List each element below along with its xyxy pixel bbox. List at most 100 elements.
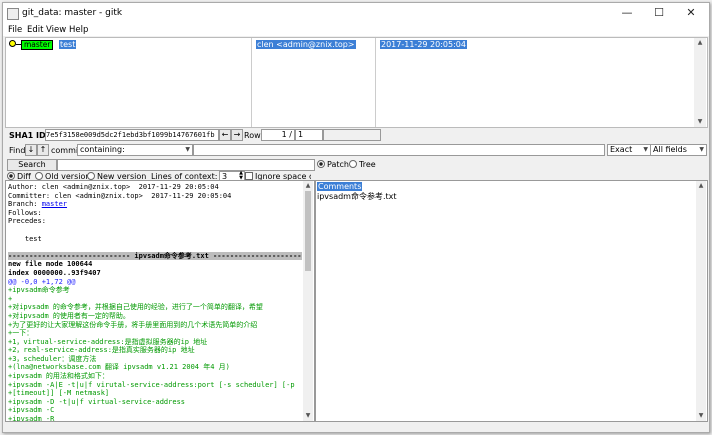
diff-line: index 0000000..93f9407: [8, 268, 101, 277]
scroll-up-icon[interactable]: ▲: [697, 182, 705, 189]
diff-line: +: [8, 294, 13, 303]
arrow-right-icon: →: [233, 130, 241, 139]
diff-line: Branch: master: [8, 200, 302, 209]
scroll-down-icon[interactable]: ▼: [696, 118, 704, 125]
menu-file[interactable]: File: [8, 25, 22, 35]
scroll-up-icon[interactable]: ▲: [304, 182, 312, 189]
find-row: Find ↓ ↑ commit containing: ▼ Exact ▼ All …: [5, 144, 707, 156]
arrow-down-icon: ↓: [27, 145, 35, 154]
window-title: git_data: master - gitk: [22, 8, 123, 18]
minimize-button[interactable]: —: [611, 3, 643, 23]
diff-text: Author: clen <admin@znix.top> 2017-11-29…: [8, 183, 302, 421]
diff-line: +ipvsadm -C: [8, 406, 55, 415]
search-row: Search Patch Tree: [5, 159, 707, 171]
file-item[interactable]: ipvsadm命令参考.txt: [317, 191, 397, 202]
diff-line: +对ipvsadm 的使用者有一定的帮助。: [8, 311, 130, 320]
progress-box: [323, 129, 381, 141]
history-author-column: clen <admin@znix.top>: [252, 38, 376, 127]
sha-label: SHA1 ID:: [9, 131, 49, 140]
sha-input[interactable]: 7e5f3158e009d5dc2f1ebd3bf1099b14767601fb: [45, 129, 219, 141]
radio-checked-icon: [317, 160, 325, 168]
close-button[interactable]: ✕: [675, 3, 707, 23]
menu-bar: File Edit View Help: [3, 23, 709, 36]
commit-subject[interactable]: test: [59, 40, 77, 49]
diff-line: [8, 226, 302, 235]
row-label: Row: [244, 131, 261, 140]
maximize-icon: ☐: [654, 6, 664, 19]
diff-line: @@ -0,0 +1,72 @@: [8, 277, 76, 286]
diff-line: Committer: clen <admin@znix.top> 2017-11…: [8, 191, 232, 200]
menu-edit[interactable]: Edit: [27, 25, 43, 35]
find-input[interactable]: [193, 144, 605, 156]
branch-tag-master[interactable]: master: [21, 40, 54, 50]
find-mode-select[interactable]: containing: ▼: [77, 144, 193, 156]
checkbox-icon: [245, 172, 253, 180]
diff-line: [8, 243, 302, 252]
diff-line: +ipvsadm -A|E -t|u|f virutal-service-add…: [8, 380, 295, 389]
forward-button[interactable]: →: [231, 129, 243, 141]
diff-line: ----------------------------- ipvsadm命令参…: [8, 251, 302, 261]
radio-checked-icon: [7, 172, 15, 180]
commit-history: master test clen <admin@znix.top> 2017-1…: [5, 37, 708, 128]
find-label: Find: [9, 146, 26, 155]
diff-line: +3，scheduler：调度方法: [8, 354, 97, 363]
tree-radio[interactable]: Tree: [349, 160, 376, 169]
branch-label: Branch:: [8, 200, 42, 209]
scroll-up-icon[interactable]: ▲: [696, 39, 704, 46]
diff-line: +2，real-service-address:是指真实服务器的ip 地址: [8, 346, 195, 355]
commit-date[interactable]: 2017-11-29 20:05:04: [380, 40, 467, 49]
find-mode-value: containing:: [80, 145, 125, 154]
history-date-column: 2017-11-29 20:05:04: [376, 38, 692, 127]
back-button[interactable]: ←: [219, 129, 231, 141]
diff-line: Precedes:: [8, 217, 46, 226]
history-graph-column: master test: [6, 38, 252, 127]
scroll-down-icon[interactable]: ▼: [697, 412, 705, 419]
chevron-down-icon: ▼: [699, 146, 704, 153]
diff-line: Follows:: [8, 208, 42, 217]
find-fields-select[interactable]: All fields ▼: [650, 144, 707, 156]
radio-icon: [349, 160, 357, 168]
file-list-pane: Comments ipvsadm命令参考.txt ▲ ▼: [315, 180, 708, 422]
diff-line: Author: clen <admin@znix.top> 2017-11-29…: [8, 183, 219, 191]
diff-line: +ipvsadm -D -t|u|f virtual-service-addre…: [8, 397, 186, 406]
branch-link[interactable]: master: [42, 200, 67, 208]
find-match-value: Exact: [610, 145, 633, 154]
find-fields-value: All fields: [653, 145, 687, 154]
search-input[interactable]: [57, 159, 315, 171]
maximize-button[interactable]: ☐: [643, 3, 675, 23]
diff-line: +[timeout]] [-M netmask]: [8, 389, 110, 398]
diff-line: +ipvsadm 的用法和格式如下：: [8, 372, 109, 381]
arrow-left-icon: ←: [221, 130, 229, 139]
comments-item[interactable]: Comments: [317, 182, 363, 191]
find-match-select[interactable]: Exact ▼: [607, 144, 651, 156]
diff-scroll-thumb[interactable]: [305, 191, 311, 271]
app-icon: [7, 8, 19, 20]
radio-icon: [87, 172, 95, 180]
diff-line: +1，virtual-service-address:是指虚拟服务器的ip 地址: [8, 337, 208, 346]
diff-line: +(lna@networksbase.com 翻译 ipvsadm v1.21 …: [8, 363, 230, 372]
search-button[interactable]: Search: [7, 159, 57, 171]
row-current: 1 /: [261, 129, 295, 141]
minimize-icon: —: [621, 6, 633, 19]
gitk-window: git_data: master - gitk — ☐ ✕ File Edit …: [2, 2, 710, 433]
commit-row[interactable]: master test: [9, 40, 77, 50]
diff-pane: Author: clen <admin@znix.top> 2017-11-29…: [5, 180, 315, 422]
scroll-down-icon[interactable]: ▼: [304, 412, 312, 419]
menu-view[interactable]: View: [46, 25, 66, 35]
file-list-scrollbar[interactable]: ▲ ▼: [696, 181, 706, 421]
commit-author[interactable]: clen <admin@znix.top>: [256, 40, 356, 49]
history-scrollbar[interactable]: ▲ ▼: [694, 38, 706, 127]
diff-line: new file mode 100644: [8, 260, 93, 269]
commit-node-icon: [9, 40, 16, 47]
arrow-up-icon: ↑: [39, 145, 47, 154]
diff-line: +对ipvsadm 的命令参考，并根据自己使用的经验，进行了一个简单的翻译，希望: [8, 303, 263, 312]
diff-scrollbar[interactable]: ▲ ▼: [303, 181, 313, 421]
menu-help[interactable]: Help: [69, 25, 88, 35]
radio-icon: [35, 172, 43, 180]
find-prev-button[interactable]: ↑: [37, 144, 49, 156]
sha-row: SHA1 ID: 7e5f3158e009d5dc2f1ebd3bf1099b1…: [5, 129, 707, 141]
patch-radio[interactable]: Patch: [317, 160, 349, 169]
diff-line: +一下：: [8, 329, 34, 338]
row-total: 1: [295, 129, 323, 141]
find-next-button[interactable]: ↓: [25, 144, 37, 156]
